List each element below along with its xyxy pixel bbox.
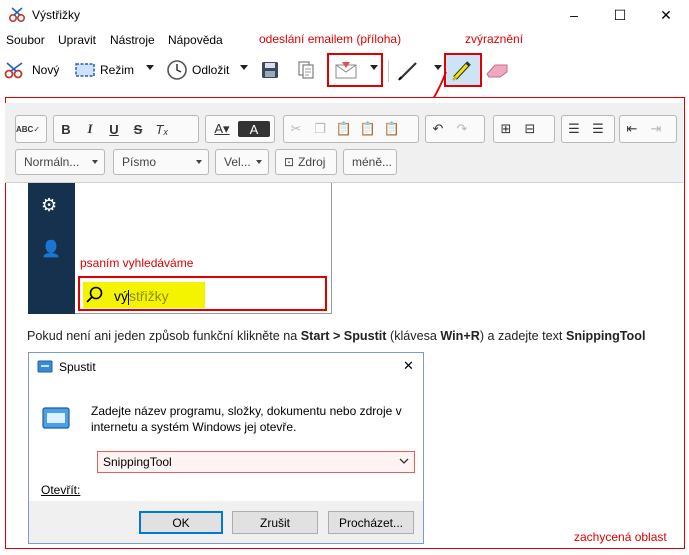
background-color-icon[interactable]: A — [238, 121, 270, 137]
spellcheck-icon[interactable]: ABC✓ — [16, 117, 40, 141]
ok-button[interactable]: OK — [139, 511, 223, 534]
indent-icon[interactable]: ⇥ — [644, 117, 668, 141]
paragraph-win-r: Win+R — [440, 329, 480, 343]
run-program-icon — [42, 407, 70, 429]
less-label: méně... — [352, 155, 393, 169]
spellcheck-group: ABC✓ — [15, 115, 47, 143]
strikethrough-button[interactable]: S — [126, 117, 150, 141]
numbered-list-icon[interactable]: ☰ — [562, 117, 586, 141]
underline-button[interactable]: U — [102, 117, 126, 141]
paste-icon[interactable]: 📋 — [332, 117, 356, 141]
copy-icon[interactable]: ❐ — [308, 117, 332, 141]
run-dialog-body: Zadejte název programu, složky, dokument… — [29, 381, 423, 501]
font-family-label: Písmo — [122, 155, 157, 169]
indent-group: ⇤ ⇥ — [619, 115, 677, 143]
annotation-captured-area: zachycená oblast — [574, 530, 667, 544]
clear-format-icon[interactable]: Tₓ — [150, 117, 174, 141]
insert-table-icon[interactable]: ⊟ — [518, 117, 542, 141]
paragraph-text-1: Pokud není ani jeden způsob funkční klik… — [27, 329, 301, 343]
list-group: ☰ ☰ — [561, 115, 615, 143]
italic-button[interactable]: I — [78, 117, 102, 141]
search-suggestion-text: střižky — [129, 288, 169, 304]
search-icon — [86, 286, 103, 303]
source-icon: ⊡ — [284, 155, 295, 169]
format-group: B I U S Tₓ — [53, 115, 199, 143]
source-button[interactable]: ⊡ Zdroj — [275, 149, 337, 175]
text-color-icon[interactable]: A▾ — [206, 117, 238, 141]
user-icon[interactable]: 👤 — [41, 239, 61, 259]
font-size-label: Vel... — [224, 155, 251, 169]
less-button[interactable]: méně... — [343, 149, 397, 175]
paragraph-start-run: Start > Spustit — [300, 329, 387, 343]
undo-group: ↶ ↷ — [425, 115, 485, 143]
run-open-value: SnippingTool — [103, 455, 172, 469]
cut-icon[interactable]: ✂ — [284, 117, 308, 141]
undo-icon[interactable]: ↶ — [426, 117, 450, 141]
paste-text-icon[interactable]: 📋 — [356, 117, 380, 141]
paragraph-format-label: Normáln... — [24, 155, 80, 169]
paste-word-icon[interactable]: 📋 — [380, 117, 404, 141]
source-label: Zdroj — [298, 155, 326, 169]
redo-icon[interactable]: ↷ — [450, 117, 474, 141]
chevron-down-icon — [196, 160, 202, 164]
run-dialog-footer: OK Zrušit Procházet... — [29, 501, 423, 543]
chevron-down-icon[interactable] — [399, 458, 409, 465]
annotation-typing: psaním vyhledáváme — [80, 256, 194, 270]
run-dialog: Spustit ✕ Zadejte název programu, složky… — [28, 352, 424, 544]
gear-icon[interactable]: ⚙ — [41, 195, 57, 216]
paragraph-text-3: ) a zadejte text — [479, 329, 566, 343]
font-size-combo[interactable]: Vel... — [215, 149, 269, 175]
start-menu-sidebar: ⚙ 👤 — [28, 183, 75, 314]
paragraph-format-combo[interactable]: Normáln... — [15, 149, 105, 175]
run-dialog-titlebar: Spustit ✕ — [29, 353, 423, 381]
insert-image-icon[interactable]: ⊞ — [494, 117, 518, 141]
search-typed-text: vý — [114, 288, 128, 304]
insert-group: ⊞ ⊟ — [493, 115, 555, 143]
cancel-button[interactable]: Zrušit — [232, 511, 318, 534]
instruction-paragraph: Pokud není ani jeden způsob funkční klik… — [27, 329, 645, 343]
open-label: Otevřít: — [41, 483, 81, 497]
chevron-down-icon — [256, 160, 262, 164]
chevron-down-icon — [92, 160, 98, 164]
run-open-input[interactable]: SnippingTool — [97, 451, 415, 473]
paragraph-text-2: (klávesa — [386, 329, 441, 343]
clipboard-group: ✂ ❐ 📋 📋 📋 — [283, 115, 419, 143]
font-family-combo[interactable]: Písmo — [113, 149, 209, 175]
outdent-icon[interactable]: ⇤ — [620, 117, 644, 141]
run-icon — [37, 360, 53, 373]
bullet-list-icon[interactable]: ☰ — [586, 117, 610, 141]
editor-toolbar: ABC✓ B I U S Tₓ A▾ A ✂ ❐ 📋 📋 📋 ↶ ↷ ⊞ ⊟ ☰… — [5, 103, 683, 183]
run-dialog-title: Spustit — [59, 360, 96, 374]
run-close-icon[interactable]: ✕ — [403, 358, 414, 374]
paragraph-snippingtool: SnippingTool — [565, 329, 646, 343]
browse-button[interactable]: Procházet... — [328, 511, 414, 534]
search-input[interactable]: výstřižky — [114, 288, 169, 305]
run-description: Zadejte název programu, složky, dokument… — [91, 404, 402, 434]
bold-button[interactable]: B — [54, 117, 78, 141]
color-group: A▾ A — [205, 115, 275, 143]
